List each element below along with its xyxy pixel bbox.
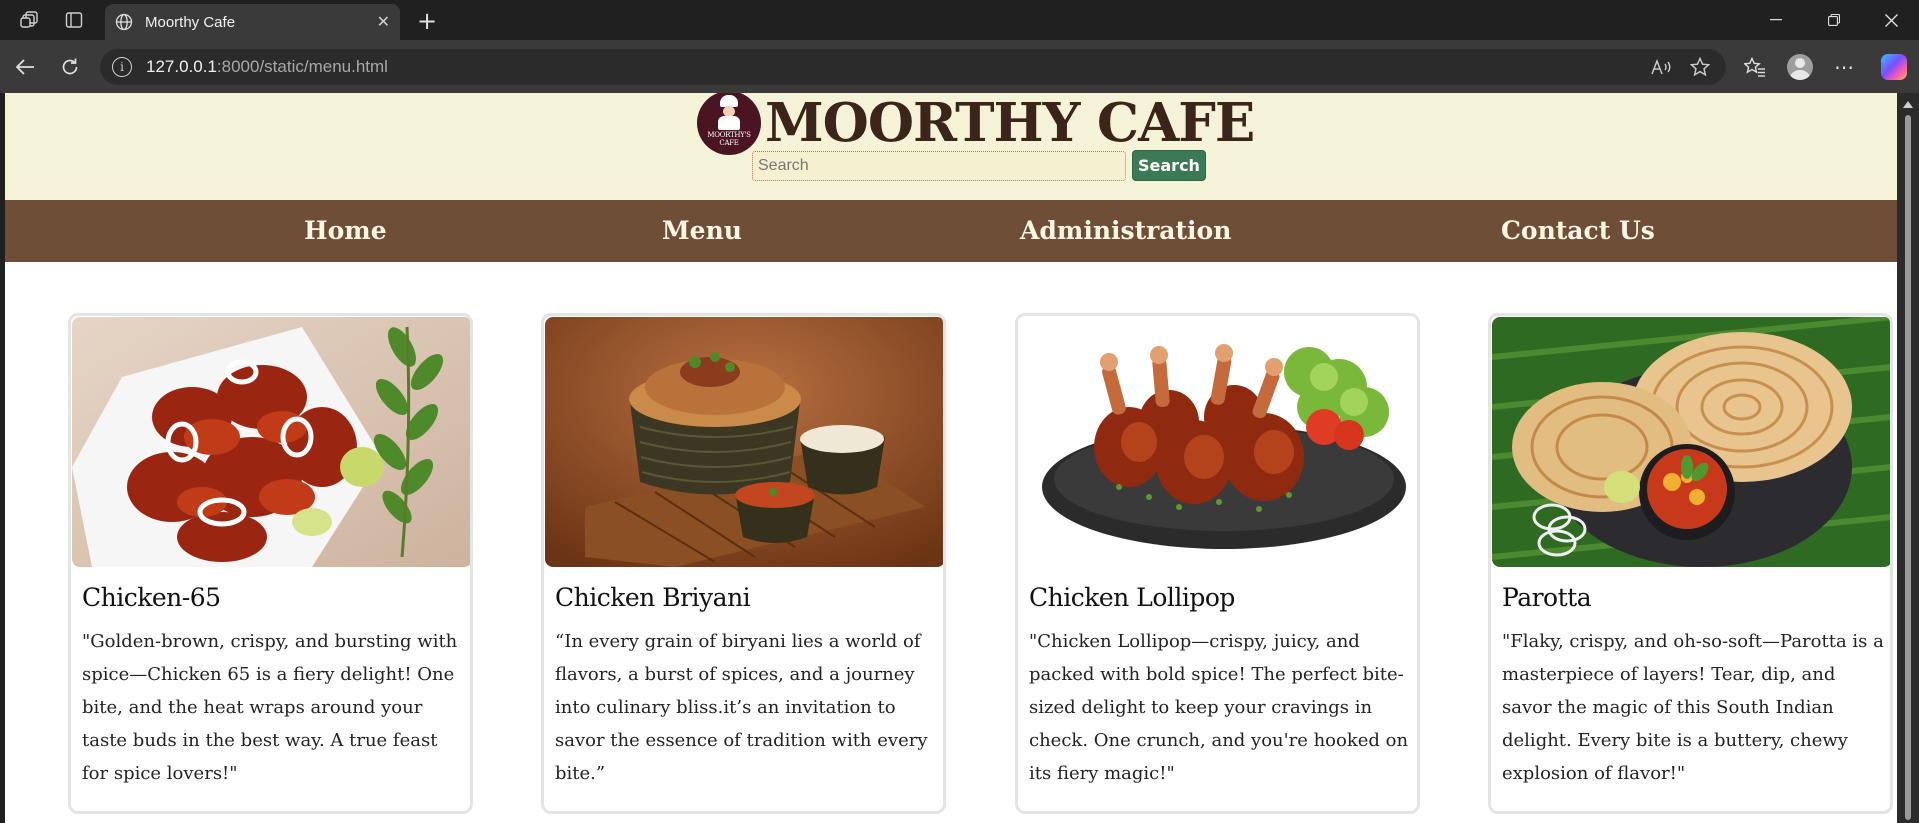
- main-nav: Home Menu Administration Contact Us: [5, 200, 1897, 262]
- copilot-icon[interactable]: [1879, 52, 1909, 82]
- close-icon[interactable]: ✕: [377, 12, 390, 32]
- chicken-65-image: [72, 317, 470, 567]
- page-viewport: MOORTHY'S CAFE MOORTHY CAFE Search Home …: [5, 93, 1897, 823]
- info-icon[interactable]: i: [112, 57, 132, 77]
- reload-icon[interactable]: [55, 52, 85, 82]
- read-aloud-icon[interactable]: [1650, 49, 1672, 85]
- tab-title: Moorthy Cafe: [145, 13, 236, 31]
- url-text: 127.0.0.1:8000/static/menu.html: [146, 57, 388, 76]
- menu-card[interactable]: Chicken Lollipop "Chicken Lollipop—crisp…: [1015, 313, 1420, 814]
- favorites-icon[interactable]: [1740, 52, 1770, 82]
- nav-contact-us[interactable]: Contact Us: [1501, 200, 1655, 262]
- search-button[interactable]: Search: [1132, 150, 1206, 181]
- search-form: Search: [752, 150, 1206, 181]
- item-name: Chicken-65: [82, 583, 221, 612]
- item-description: "Golden-brown, crispy, and bursting with…: [82, 631, 458, 784]
- browser-tab-bar: Moorthy Cafe ✕ +: [0, 0, 1919, 40]
- scrollbar-thumb[interactable]: [1905, 115, 1911, 820]
- logo-text: MOORTHY'S CAFE: [707, 131, 751, 147]
- active-tab[interactable]: Moorthy Cafe ✕: [105, 4, 400, 40]
- item-name: Chicken Lollipop: [1029, 583, 1235, 612]
- scroll-up-icon[interactable]: [1903, 101, 1913, 108]
- cafe-logo[interactable]: MOORTHY'S CAFE: [697, 93, 761, 155]
- workspaces-icon[interactable]: [11, 0, 49, 40]
- chicken-lollipop-image: [1019, 317, 1417, 567]
- profile-icon[interactable]: [1785, 52, 1815, 82]
- nav-home[interactable]: Home: [304, 200, 387, 262]
- url-field[interactable]: i 127.0.0.1:8000/static/menu.html: [100, 49, 1726, 85]
- window-close-icon[interactable]: [1862, 0, 1919, 40]
- item-description: “In every grain of biryani lies a world …: [555, 631, 928, 784]
- site-title: MOORTHY CAFE: [765, 93, 1255, 154]
- chicken-briyani-image: [545, 317, 943, 567]
- menu-card[interactable]: Chicken Briyani “In every grain of birya…: [541, 313, 946, 814]
- page-scrollbar[interactable]: [1897, 93, 1919, 823]
- search-input[interactable]: [752, 150, 1126, 181]
- back-icon[interactable]: [10, 52, 40, 82]
- globe-icon: [115, 13, 133, 31]
- parotta-image: [1492, 317, 1890, 567]
- nav-menu[interactable]: Menu: [662, 200, 742, 262]
- restore-icon[interactable]: [1805, 0, 1863, 40]
- tab-actions-icon[interactable]: [55, 0, 93, 40]
- address-bar-row: i 127.0.0.1:8000/static/menu.html ⋯: [0, 40, 1919, 93]
- favorite-star-icon[interactable]: [1690, 49, 1710, 85]
- new-tab-icon[interactable]: +: [412, 6, 442, 36]
- nav-administration[interactable]: Administration: [1020, 200, 1231, 262]
- menu-card[interactable]: Chicken-65 "Golden-brown, crispy, and bu…: [68, 313, 473, 814]
- item-description: "Chicken Lollipop—crispy, juicy, and pac…: [1029, 631, 1409, 784]
- item-name: Parotta: [1502, 583, 1592, 612]
- menu-card[interactable]: Parotta "Flaky, crispy, and oh-so-soft—P…: [1488, 313, 1893, 814]
- minimize-icon[interactable]: [1747, 0, 1805, 40]
- more-icon[interactable]: ⋯: [1829, 52, 1859, 82]
- site-header: MOORTHY'S CAFE MOORTHY CAFE Search: [5, 93, 1897, 200]
- brand: MOORTHY'S CAFE MOORTHY CAFE: [697, 93, 1255, 155]
- item-name: Chicken Briyani: [555, 583, 751, 612]
- item-description: "Flaky, crispy, and oh-so-soft—Parotta i…: [1502, 631, 1884, 784]
